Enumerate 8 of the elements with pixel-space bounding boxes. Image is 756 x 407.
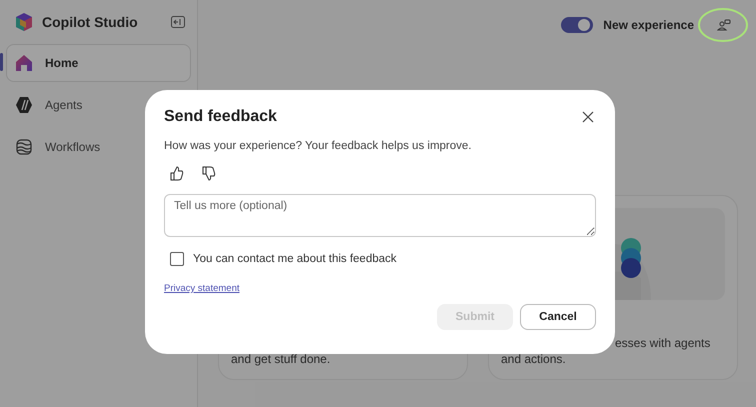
dialog-prompt: How was your experience? Your feedback helps us improve. <box>164 140 472 152</box>
app-title: Copilot Studio <box>42 14 139 30</box>
card-text: esses with agents <box>614 335 712 351</box>
card-text: and get stuff done. <box>231 351 332 367</box>
toggle-label: New experience <box>603 18 694 32</box>
checkbox-label: You can contact me about this feedback <box>193 253 397 265</box>
card-text: and actions. <box>501 351 567 367</box>
dialog-title: Send feedback <box>164 108 277 126</box>
